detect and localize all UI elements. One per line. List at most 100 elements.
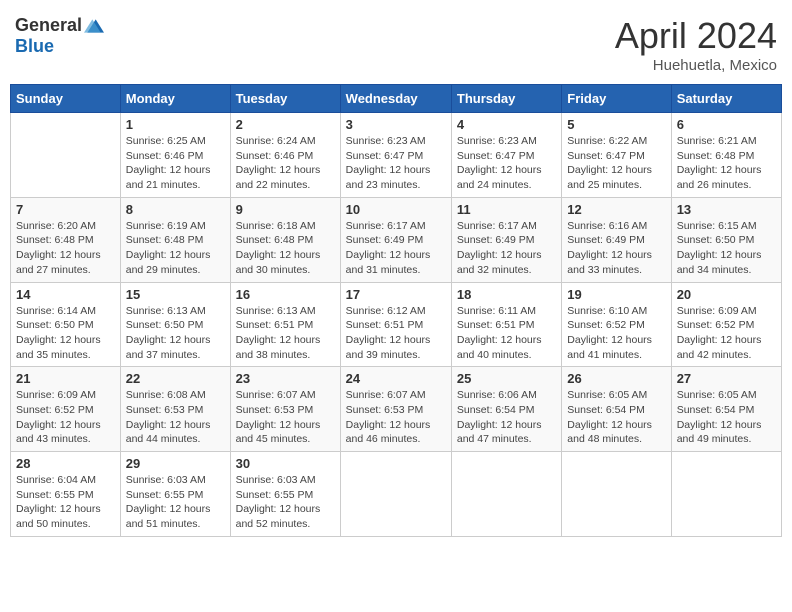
day-cell: 5 Sunrise: 6:22 AMSunset: 6:47 PMDaylight… xyxy=(562,113,671,198)
day-number: 24 xyxy=(346,371,446,386)
day-info: Sunrise: 6:09 AMSunset: 6:52 PMDaylight:… xyxy=(677,304,776,363)
day-number: 1 xyxy=(126,117,225,132)
location-title: Huehuetla, Mexico xyxy=(615,57,777,74)
day-cell xyxy=(451,452,561,537)
day-cell: 6 Sunrise: 6:21 AMSunset: 6:48 PMDaylight… xyxy=(671,113,781,198)
day-info: Sunrise: 6:12 AMSunset: 6:51 PMDaylight:… xyxy=(346,304,446,363)
day-cell: 28 Sunrise: 6:04 AMSunset: 6:55 PMDayligh… xyxy=(11,452,121,537)
day-number: 16 xyxy=(236,287,335,302)
day-number: 17 xyxy=(346,287,446,302)
day-cell: 3 Sunrise: 6:23 AMSunset: 6:47 PMDaylight… xyxy=(340,113,451,198)
day-cell: 24 Sunrise: 6:07 AMSunset: 6:53 PMDayligh… xyxy=(340,367,451,452)
day-info: Sunrise: 6:25 AMSunset: 6:46 PMDaylight:… xyxy=(126,134,225,193)
day-number: 12 xyxy=(567,202,665,217)
day-number: 20 xyxy=(677,287,776,302)
day-cell xyxy=(340,452,451,537)
day-cell: 1 Sunrise: 6:25 AMSunset: 6:46 PMDaylight… xyxy=(120,113,230,198)
logo-general: General xyxy=(15,15,82,36)
day-info: Sunrise: 6:05 AMSunset: 6:54 PMDaylight:… xyxy=(567,388,665,447)
day-cell: 22 Sunrise: 6:08 AMSunset: 6:53 PMDayligh… xyxy=(120,367,230,452)
day-number: 25 xyxy=(457,371,556,386)
day-info: Sunrise: 6:09 AMSunset: 6:52 PMDaylight:… xyxy=(16,388,115,447)
day-number: 21 xyxy=(16,371,115,386)
column-header-friday: Friday xyxy=(562,85,671,113)
day-info: Sunrise: 6:20 AMSunset: 6:48 PMDaylight:… xyxy=(16,219,115,278)
day-info: Sunrise: 6:17 AMSunset: 6:49 PMDaylight:… xyxy=(457,219,556,278)
week-row-5: 28 Sunrise: 6:04 AMSunset: 6:55 PMDayligh… xyxy=(11,452,782,537)
day-number: 9 xyxy=(236,202,335,217)
day-number: 10 xyxy=(346,202,446,217)
day-number: 15 xyxy=(126,287,225,302)
day-number: 3 xyxy=(346,117,446,132)
day-cell: 2 Sunrise: 6:24 AMSunset: 6:46 PMDaylight… xyxy=(230,113,340,198)
month-title: April 2024 xyxy=(615,15,777,57)
column-header-wednesday: Wednesday xyxy=(340,85,451,113)
day-info: Sunrise: 6:15 AMSunset: 6:50 PMDaylight:… xyxy=(677,219,776,278)
day-cell: 14Sunrise: 6:14 AMSunset: 6:50 PMDayligh… xyxy=(11,282,121,367)
day-info: Sunrise: 6:04 AMSunset: 6:55 PMDaylight:… xyxy=(16,473,115,532)
day-cell: 13 Sunrise: 6:15 AMSunset: 6:50 PMDayligh… xyxy=(671,197,781,282)
day-number: 30 xyxy=(236,456,335,471)
day-number: 11 xyxy=(457,202,556,217)
day-info: Sunrise: 6:06 AMSunset: 6:54 PMDaylight:… xyxy=(457,388,556,447)
day-number: 26 xyxy=(567,371,665,386)
day-cell: 17 Sunrise: 6:12 AMSunset: 6:51 PMDayligh… xyxy=(340,282,451,367)
day-info: Sunrise: 6:05 AMSunset: 6:54 PMDaylight:… xyxy=(677,388,776,447)
day-cell: 20 Sunrise: 6:09 AMSunset: 6:52 PMDayligh… xyxy=(671,282,781,367)
day-cell: 23Sunrise: 6:07 AMSunset: 6:53 PMDayligh… xyxy=(230,367,340,452)
day-cell: 9 Sunrise: 6:18 AMSunset: 6:48 PMDaylight… xyxy=(230,197,340,282)
day-info: Sunrise: 6:03 AMSunset: 6:55 PMDaylight:… xyxy=(126,473,225,532)
column-header-thursday: Thursday xyxy=(451,85,561,113)
day-number: 23 xyxy=(236,371,335,386)
day-info: Sunrise: 6:03 AMSunset: 6:55 PMDaylight:… xyxy=(236,473,335,532)
week-row-4: 21 Sunrise: 6:09 AMSunset: 6:52 PMDayligh… xyxy=(11,367,782,452)
week-row-3: 14Sunrise: 6:14 AMSunset: 6:50 PMDayligh… xyxy=(11,282,782,367)
week-row-1: 1 Sunrise: 6:25 AMSunset: 6:46 PMDaylight… xyxy=(11,113,782,198)
column-header-monday: Monday xyxy=(120,85,230,113)
logo: General Blue xyxy=(15,15,104,57)
day-number: 7 xyxy=(16,202,115,217)
logo-icon xyxy=(84,16,104,36)
day-cell: 12Sunrise: 6:16 AMSunset: 6:49 PMDayligh… xyxy=(562,197,671,282)
day-cell: 25 Sunrise: 6:06 AMSunset: 6:54 PMDayligh… xyxy=(451,367,561,452)
day-info: Sunrise: 6:14 AMSunset: 6:50 PMDaylight:… xyxy=(16,304,115,363)
day-cell: 8Sunrise: 6:19 AMSunset: 6:48 PMDaylight… xyxy=(120,197,230,282)
day-info: Sunrise: 6:08 AMSunset: 6:53 PMDaylight:… xyxy=(126,388,225,447)
day-cell: 7 Sunrise: 6:20 AMSunset: 6:48 PMDaylight… xyxy=(11,197,121,282)
day-info: Sunrise: 6:23 AMSunset: 6:47 PMDaylight:… xyxy=(457,134,556,193)
day-cell xyxy=(11,113,121,198)
day-number: 4 xyxy=(457,117,556,132)
day-info: Sunrise: 6:18 AMSunset: 6:48 PMDaylight:… xyxy=(236,219,335,278)
day-info: Sunrise: 6:10 AMSunset: 6:52 PMDaylight:… xyxy=(567,304,665,363)
day-number: 18 xyxy=(457,287,556,302)
day-cell: 29Sunrise: 6:03 AMSunset: 6:55 PMDayligh… xyxy=(120,452,230,537)
column-header-tuesday: Tuesday xyxy=(230,85,340,113)
logo-blue: Blue xyxy=(15,36,54,57)
day-number: 5 xyxy=(567,117,665,132)
column-header-sunday: Sunday xyxy=(11,85,121,113)
day-number: 27 xyxy=(677,371,776,386)
day-info: Sunrise: 6:22 AMSunset: 6:47 PMDaylight:… xyxy=(567,134,665,193)
title-area: April 2024 Huehuetla, Mexico xyxy=(615,15,777,74)
day-number: 6 xyxy=(677,117,776,132)
day-cell: 30 Sunrise: 6:03 AMSunset: 6:55 PMDayligh… xyxy=(230,452,340,537)
day-info: Sunrise: 6:24 AMSunset: 6:46 PMDaylight:… xyxy=(236,134,335,193)
day-cell: 21 Sunrise: 6:09 AMSunset: 6:52 PMDayligh… xyxy=(11,367,121,452)
day-info: Sunrise: 6:21 AMSunset: 6:48 PMDaylight:… xyxy=(677,134,776,193)
header: General Blue April 2024 Huehuetla, Mexic… xyxy=(10,10,782,74)
day-number: 2 xyxy=(236,117,335,132)
day-cell: 4 Sunrise: 6:23 AMSunset: 6:47 PMDaylight… xyxy=(451,113,561,198)
day-number: 28 xyxy=(16,456,115,471)
day-info: Sunrise: 6:17 AMSunset: 6:49 PMDaylight:… xyxy=(346,219,446,278)
day-info: Sunrise: 6:11 AMSunset: 6:51 PMDaylight:… xyxy=(457,304,556,363)
day-cell: 16Sunrise: 6:13 AMSunset: 6:51 PMDayligh… xyxy=(230,282,340,367)
day-cell: 27 Sunrise: 6:05 AMSunset: 6:54 PMDayligh… xyxy=(671,367,781,452)
day-info: Sunrise: 6:07 AMSunset: 6:53 PMDaylight:… xyxy=(346,388,446,447)
column-header-saturday: Saturday xyxy=(671,85,781,113)
day-info: Sunrise: 6:23 AMSunset: 6:47 PMDaylight:… xyxy=(346,134,446,193)
day-cell: 15Sunrise: 6:13 AMSunset: 6:50 PMDayligh… xyxy=(120,282,230,367)
day-number: 13 xyxy=(677,202,776,217)
day-number: 22 xyxy=(126,371,225,386)
header-row: SundayMondayTuesdayWednesdayThursdayFrid… xyxy=(11,85,782,113)
calendar-table: SundayMondayTuesdayWednesdayThursdayFrid… xyxy=(10,84,782,537)
